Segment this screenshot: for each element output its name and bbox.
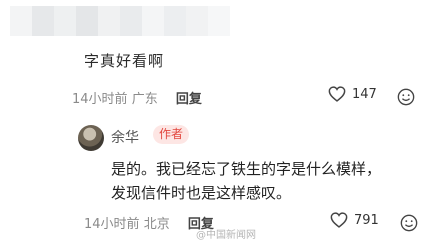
like-count: 791 [354, 212, 379, 228]
comment-location: 广东 [131, 92, 158, 107]
like-count: 147 [352, 86, 377, 102]
heart-icon [330, 212, 348, 228]
like-button[interactable]: 147 [328, 86, 377, 102]
reply-button[interactable]: 回复 [176, 92, 202, 107]
avatar[interactable] [78, 125, 104, 151]
author-badge: 作者 [153, 125, 190, 144]
comment-meta: 14小时前 广东 回复 [72, 88, 202, 107]
like-button[interactable]: 791 [330, 212, 379, 228]
reply-text-line: 是的。我已经忘了铁生的字是什么模样， [111, 160, 382, 178]
blurred-previous-content [0, 0, 440, 42]
comment-time: 14小时前 [72, 92, 128, 107]
reply-time: 14小时前 [84, 217, 140, 232]
watermark: @中国新闻网 [196, 230, 256, 241]
comment-text: 字真好看啊 [84, 52, 165, 70]
reply-text-line: 发现信件时也是这样感叹。 [111, 184, 292, 202]
emoji-icon[interactable] [397, 88, 415, 106]
reply-meta: 14小时前 北京 回复 [84, 213, 214, 232]
author-name[interactable]: 余华 [111, 127, 139, 147]
emoji-icon[interactable] [400, 214, 418, 232]
reply-location: 北京 [143, 217, 170, 232]
reply-text: 是的。我已经忘了铁生的字是什么模样， 发现信件时也是这样感叹。 [111, 157, 431, 205]
heart-icon [328, 86, 346, 102]
